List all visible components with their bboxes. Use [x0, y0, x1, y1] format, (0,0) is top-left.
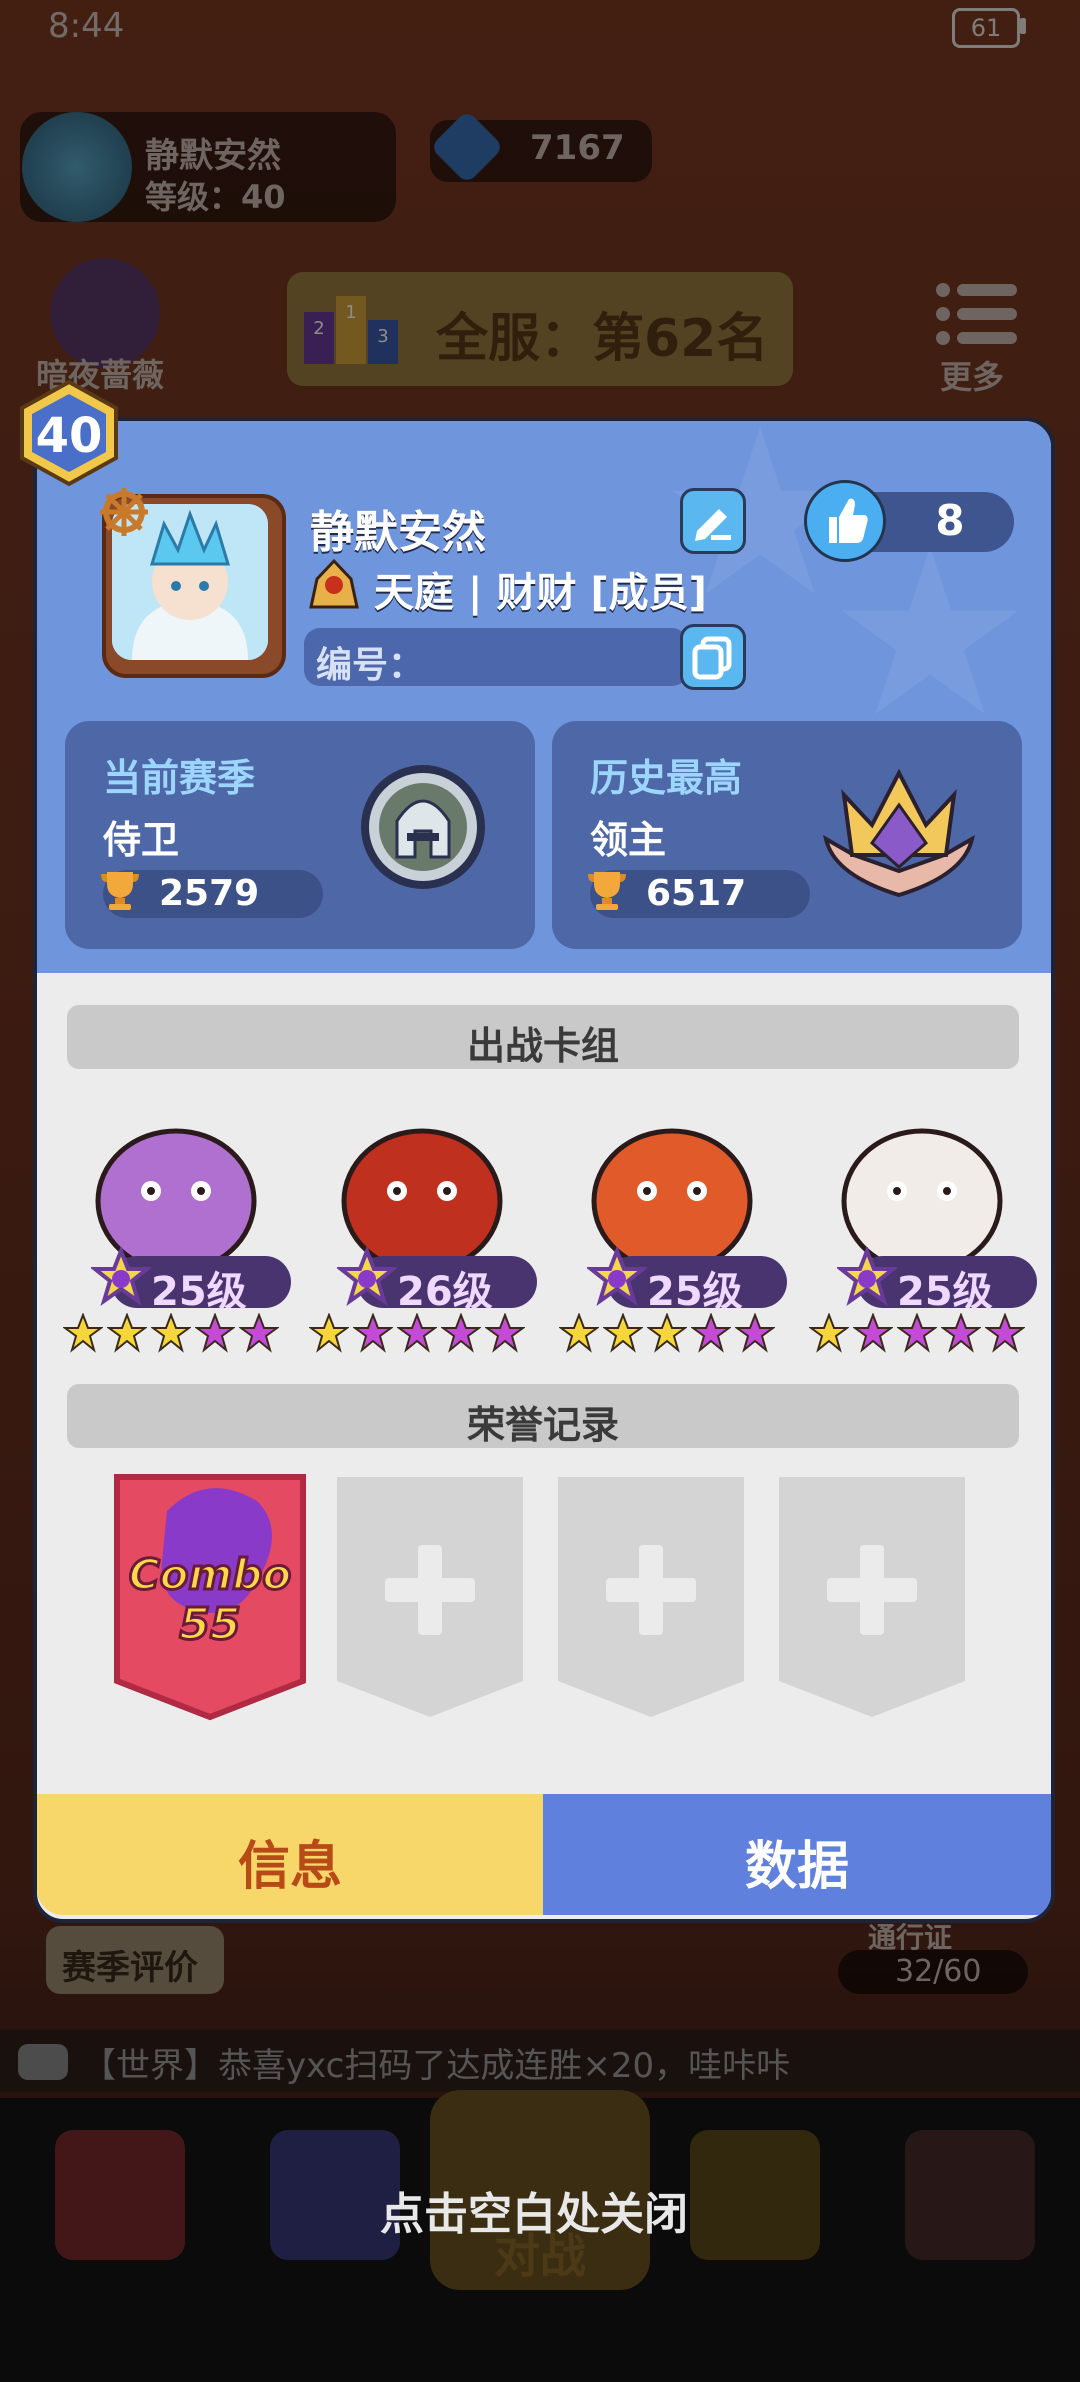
star-icon	[941, 1313, 981, 1353]
star-icon	[239, 1313, 279, 1353]
tab-data-label: 数据	[744, 1837, 849, 1897]
current-season-title: 当前赛季	[103, 756, 256, 800]
star-icon	[195, 1313, 235, 1353]
star-icon	[353, 1313, 393, 1353]
star-icon	[691, 1313, 731, 1353]
tab-info[interactable]: 信息	[37, 1794, 543, 1915]
star-icon	[151, 1313, 191, 1353]
deck-title: 出战卡组	[466, 1024, 619, 1068]
star-icon	[441, 1313, 481, 1353]
edit-name-button[interactable]	[680, 488, 746, 554]
knight-helmet-icon	[361, 765, 485, 889]
like-count: 8	[935, 496, 965, 545]
best-season-rank: 领主	[590, 818, 667, 862]
honor-title: 荣誉记录	[466, 1403, 619, 1447]
edit-pencil-icon	[695, 509, 731, 541]
copy-id-button[interactable]	[680, 624, 746, 690]
star-icon	[485, 1313, 525, 1353]
star-icon	[853, 1313, 893, 1353]
rarity-star-icon	[585, 1245, 649, 1311]
star-icon	[397, 1313, 437, 1353]
combo-badge-number: 55	[179, 1599, 240, 1650]
best-season-title: 历史最高	[590, 756, 743, 800]
empty-honor-slot[interactable]	[548, 1471, 754, 1721]
star-icon	[735, 1313, 775, 1353]
card-level: 25级	[647, 1269, 743, 1315]
star-icon	[603, 1313, 643, 1353]
star-icon	[559, 1313, 599, 1353]
card-level: 25级	[897, 1269, 993, 1315]
rarity-star-icon	[89, 1245, 153, 1311]
star-icon	[985, 1313, 1025, 1353]
helm-wheel-icon	[100, 488, 148, 536]
star-icon	[107, 1313, 147, 1353]
player-level-badge: 40	[35, 408, 103, 464]
rarity-star-icon	[835, 1245, 899, 1311]
card-star-row	[559, 1313, 779, 1357]
best-trophies: 6517	[646, 873, 747, 914]
combo-honor-badge[interactable]: Combo 55	[107, 1471, 313, 1721]
thumbs-up-icon	[829, 498, 868, 543]
close-hint: 点击空白处关闭	[380, 2189, 688, 2240]
tab-data[interactable]: 数据	[543, 1794, 1051, 1915]
honor-header: 荣誉记录	[67, 1384, 1019, 1448]
like-button[interactable]	[804, 480, 886, 562]
combo-badge-word: Combo	[129, 1550, 291, 1599]
player-name: 静默安然	[310, 507, 486, 558]
current-season-rank: 侍卫	[103, 818, 180, 862]
card-level: 26级	[397, 1269, 493, 1315]
card-star-row	[63, 1313, 283, 1357]
current-trophies: 2579	[159, 873, 260, 914]
player-guild: 天庭 | 财财 [成员]	[374, 570, 707, 616]
deck-header: 出战卡组	[67, 1005, 1019, 1069]
star-icon	[309, 1313, 349, 1353]
card-star-row	[309, 1313, 529, 1357]
star-icon	[63, 1313, 103, 1353]
trophy-icon	[588, 872, 626, 910]
copy-icon	[692, 636, 732, 680]
empty-honor-slot[interactable]	[327, 1471, 533, 1721]
star-icon	[647, 1313, 687, 1353]
star-icon	[897, 1313, 937, 1353]
lord-crown-icon	[823, 768, 975, 898]
star-icon	[809, 1313, 849, 1353]
card-star-row	[809, 1313, 1029, 1357]
card-level: 25级	[151, 1269, 247, 1315]
trophy-icon	[101, 872, 139, 910]
tab-info-label: 信息	[237, 1837, 342, 1897]
guild-emblem-icon	[309, 558, 359, 609]
empty-honor-slot[interactable]	[769, 1471, 975, 1721]
player-id-label: 编号：	[316, 645, 425, 686]
rarity-star-icon	[335, 1245, 399, 1311]
